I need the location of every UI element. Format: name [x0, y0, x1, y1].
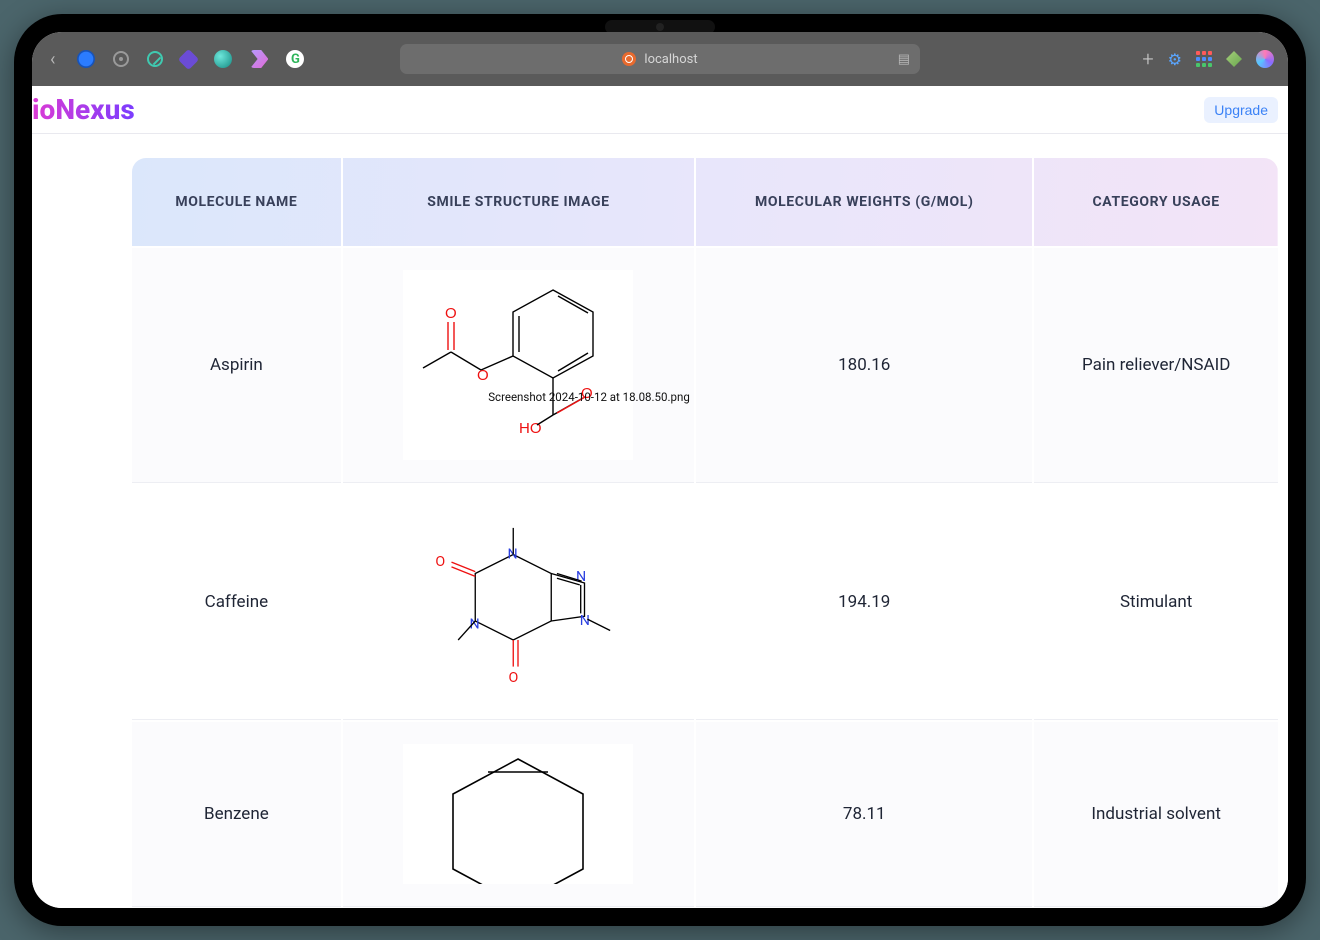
structure-caffeine: O O N N N N	[403, 507, 633, 697]
new-tab-icon[interactable]: +	[1142, 47, 1153, 71]
cell-usage: Pain reliever/NSAID	[1034, 248, 1278, 483]
site-identity-icon	[622, 52, 636, 66]
shield-icon[interactable]: ⚙︎	[1168, 50, 1182, 69]
reader-mode-icon[interactable]: ▤	[898, 52, 910, 67]
table-row: Aspirin	[132, 248, 1278, 483]
favicon-6[interactable]	[250, 50, 268, 68]
table-body: Aspirin	[132, 248, 1278, 907]
molecule-table: Molecule Name Smile Structure Image Mole…	[130, 156, 1280, 908]
svg-text:O: O	[477, 367, 489, 384]
cell-weight: 180.16	[696, 248, 1032, 483]
favicon-3[interactable]	[147, 51, 163, 67]
address-url: localhost	[644, 52, 697, 67]
tablet-frame: ‹ G localhost ▤ + ⚙︎	[14, 14, 1306, 926]
favicon-2[interactable]	[113, 51, 129, 67]
table-row: Benzene	[132, 722, 1278, 907]
cell-structure	[343, 722, 694, 907]
upgrade-button[interactable]: Upgrade	[1204, 97, 1278, 123]
favicon-1[interactable]	[77, 50, 95, 68]
svg-text:N: N	[580, 613, 590, 629]
svg-text:O: O	[445, 305, 457, 322]
cell-usage: Industrial solvent	[1034, 722, 1278, 907]
cell-usage: Stimulant	[1034, 485, 1278, 720]
cell-name: Benzene	[132, 722, 341, 907]
col-usage[interactable]: Category Usage	[1034, 158, 1278, 246]
screen: ‹ G localhost ▤ + ⚙︎	[32, 32, 1288, 908]
cell-name: Caffeine	[132, 485, 341, 720]
col-structure[interactable]: Smile Structure Image	[343, 158, 694, 246]
swirl-icon[interactable]	[1256, 50, 1274, 68]
back-icon[interactable]: ‹	[46, 49, 59, 70]
svg-text:O: O	[509, 670, 519, 686]
svg-text:O: O	[436, 554, 446, 570]
brand-logo[interactable]: ioNexus	[32, 93, 135, 126]
svg-text:N: N	[470, 617, 480, 633]
address-bar[interactable]: localhost ▤	[400, 44, 920, 74]
browser-chrome: ‹ G localhost ▤ + ⚙︎	[32, 32, 1288, 86]
cell-structure: O O O HO Screenshot 2024-10-12 at 18.08.…	[343, 248, 694, 483]
structure-caption: Screenshot 2024-10-12 at 18.08.50.png	[488, 390, 690, 404]
table-row: Caffeine	[132, 485, 1278, 720]
structure-benzene	[403, 744, 633, 884]
cell-structure: O O N N N N	[343, 485, 694, 720]
col-molecule-name[interactable]: Molecule Name	[132, 158, 341, 246]
leaf-icon[interactable]	[1226, 51, 1242, 67]
browser-right-icons: + ⚙︎	[1142, 47, 1274, 71]
app-header: ioNexus Upgrade	[32, 86, 1288, 134]
favicon-5[interactable]	[214, 50, 232, 68]
grid-icon[interactable]	[1196, 51, 1212, 67]
structure-aspirin: O O O HO Screenshot 2024-10-12 at 18.08.…	[403, 270, 633, 460]
page: ioNexus Upgrade Molecule Name Smile Stru…	[32, 86, 1288, 908]
svg-text:N: N	[576, 569, 586, 585]
cell-name: Aspirin	[132, 248, 341, 483]
col-weight[interactable]: Molecular Weights (g/mol)	[696, 158, 1032, 246]
table-header: Molecule Name Smile Structure Image Mole…	[132, 158, 1278, 246]
cell-weight: 78.11	[696, 722, 1032, 907]
svg-text:HO: HO	[519, 420, 542, 437]
favicon-4[interactable]	[178, 48, 199, 69]
tab-favicons: G	[77, 50, 304, 68]
favicon-7[interactable]: G	[286, 50, 304, 68]
cell-weight: 194.19	[696, 485, 1032, 720]
table-container: Molecule Name Smile Structure Image Mole…	[32, 134, 1288, 908]
